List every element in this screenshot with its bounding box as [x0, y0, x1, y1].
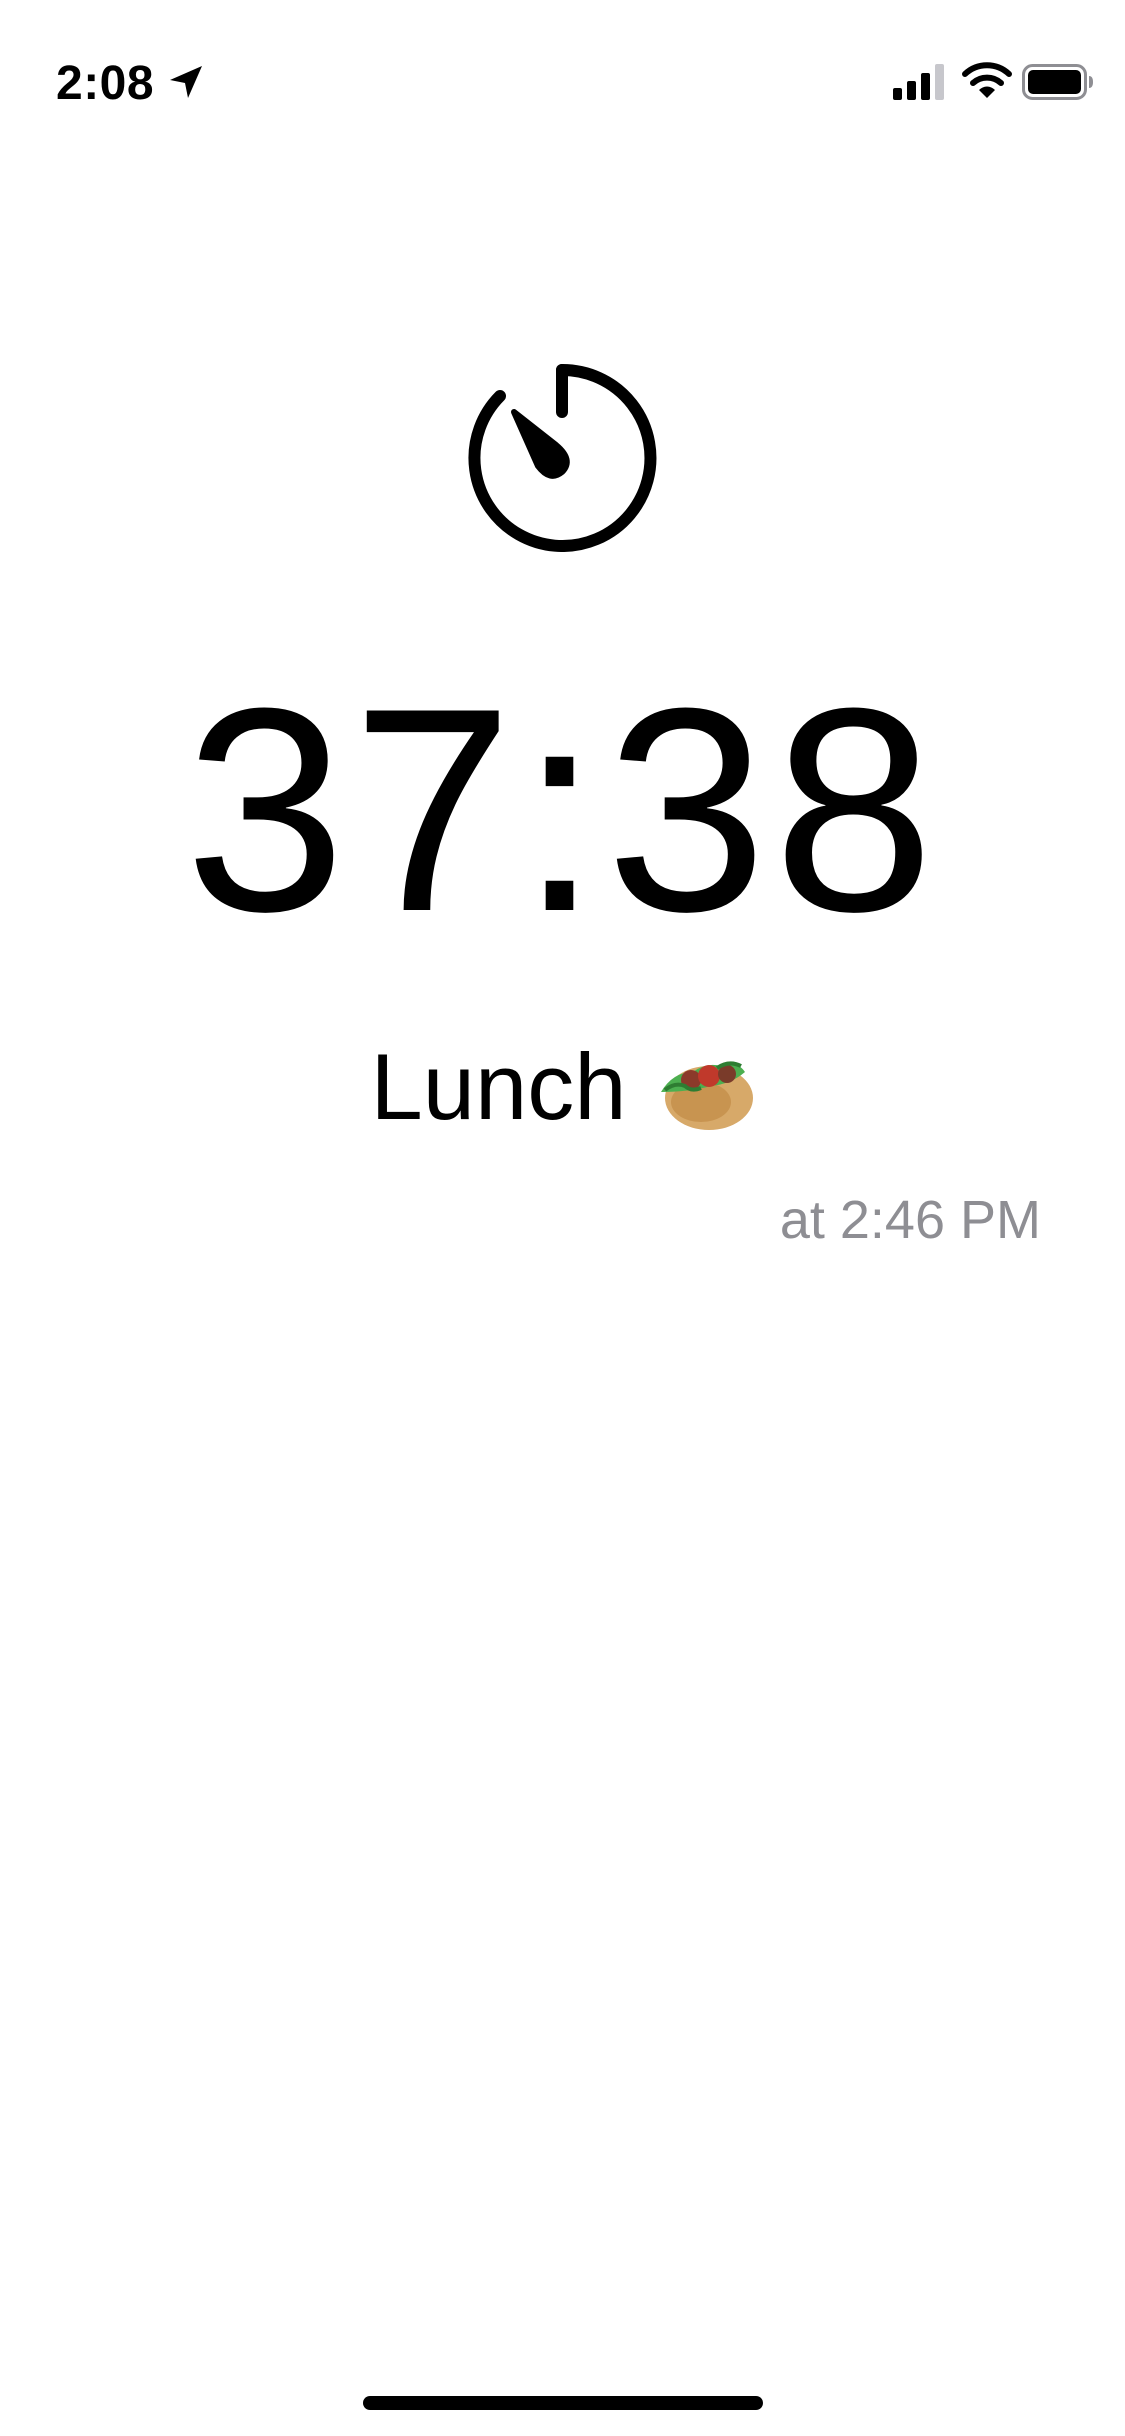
home-indicator[interactable]	[363, 2396, 763, 2410]
alarm-time: at 2:46 PM	[779, 1190, 1041, 1250]
status-time: 2:08	[56, 57, 155, 110]
wifi-icon	[962, 62, 1012, 98]
cellular-signal-icon	[893, 64, 944, 100]
timer-icon	[468, 363, 657, 552]
countdown-display: 37:38	[184, 648, 941, 972]
timer-label-row: Lunch	[0, 1032, 1125, 1142]
timer-label: Lunch	[370, 1034, 627, 1139]
status-bar: 2:08	[0, 0, 1125, 140]
stuffed-flatbread-emoji	[660, 1061, 753, 1130]
battery-icon	[1022, 64, 1093, 100]
location-arrow-icon	[170, 66, 202, 98]
